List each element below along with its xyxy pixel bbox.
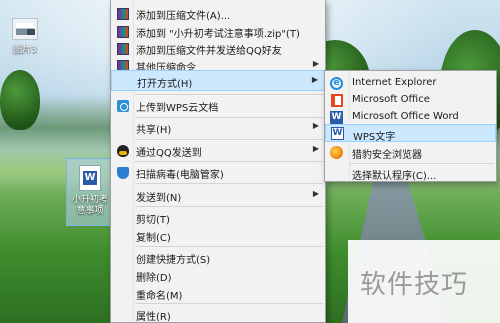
shield-icon [116,166,129,179]
word-document-icon: W [79,165,101,191]
chevron-right-icon: ▶ [312,144,319,153]
winrar-icon [116,42,129,55]
internet-explorer-icon: e [330,77,343,90]
menu-item-copy[interactable]: 复制(C) [111,225,325,246]
submenu-item-choose-default-program[interactable]: 选择默认程序(C)... [325,163,496,184]
cheetah-browser-icon [330,146,343,159]
menu-item-rename[interactable]: 重命名(M) [111,283,325,304]
word-icon: W [330,111,343,124]
menu-item-properties[interactable]: 属性(R) [111,304,325,323]
menu-item-share[interactable]: 共享(H) ▶ [111,117,325,138]
menu-item-send-to[interactable]: 发送到(N) ▶ [111,185,325,206]
chevron-right-icon: ▶ [312,189,319,198]
desktop-icon-label: 小升初考 意事项 [71,195,108,216]
desktop-icon-word-file-selected[interactable]: W 小升初考 意事项 [66,158,114,226]
open-with-submenu: e Internet Explorer Microsoft Office W M… [324,70,497,182]
winrar-icon [116,7,129,20]
winrar-icon [116,25,129,38]
context-menu: 添加到压缩文件(A)... 添加到 "小升初考试注意事项.zip"(T) 添加到… [110,0,326,323]
menu-item-upload-wps-cloud[interactable]: 上传到WPS云文档 [111,95,325,116]
menu-separator [135,183,323,184]
chevron-right-icon: ▶ [312,59,319,68]
chevron-right-icon: ▶ [312,121,319,130]
cloud-upload-icon [116,99,129,112]
chevron-right-icon: ▶ [311,75,318,84]
tree [0,70,40,130]
submenu-item-cheetah-browser[interactable]: 猎豹安全浏览器 [325,142,496,163]
desktop-icon-label: 图片3 [13,45,37,55]
menu-item-send-via-qq[interactable]: 通过QQ发送到 ▶ [111,140,325,161]
menu-item-virus-scan[interactable]: 扫描病毒(电脑管家) [111,162,325,183]
wps-writer-icon: W [331,127,344,140]
desktop-icon-picture[interactable]: 图片3 [12,18,38,55]
watermark: 软件技巧 [348,240,500,323]
qq-icon [116,144,129,157]
submenu-item-wps-writer[interactable]: W WPS文字 [325,124,496,143]
watermark-text: 软件技巧 [360,270,469,300]
menu-item-open-with[interactable]: 打开方式(H) ▶ [111,70,325,91]
microsoft-office-icon [330,94,343,107]
image-file-icon [12,18,38,40]
